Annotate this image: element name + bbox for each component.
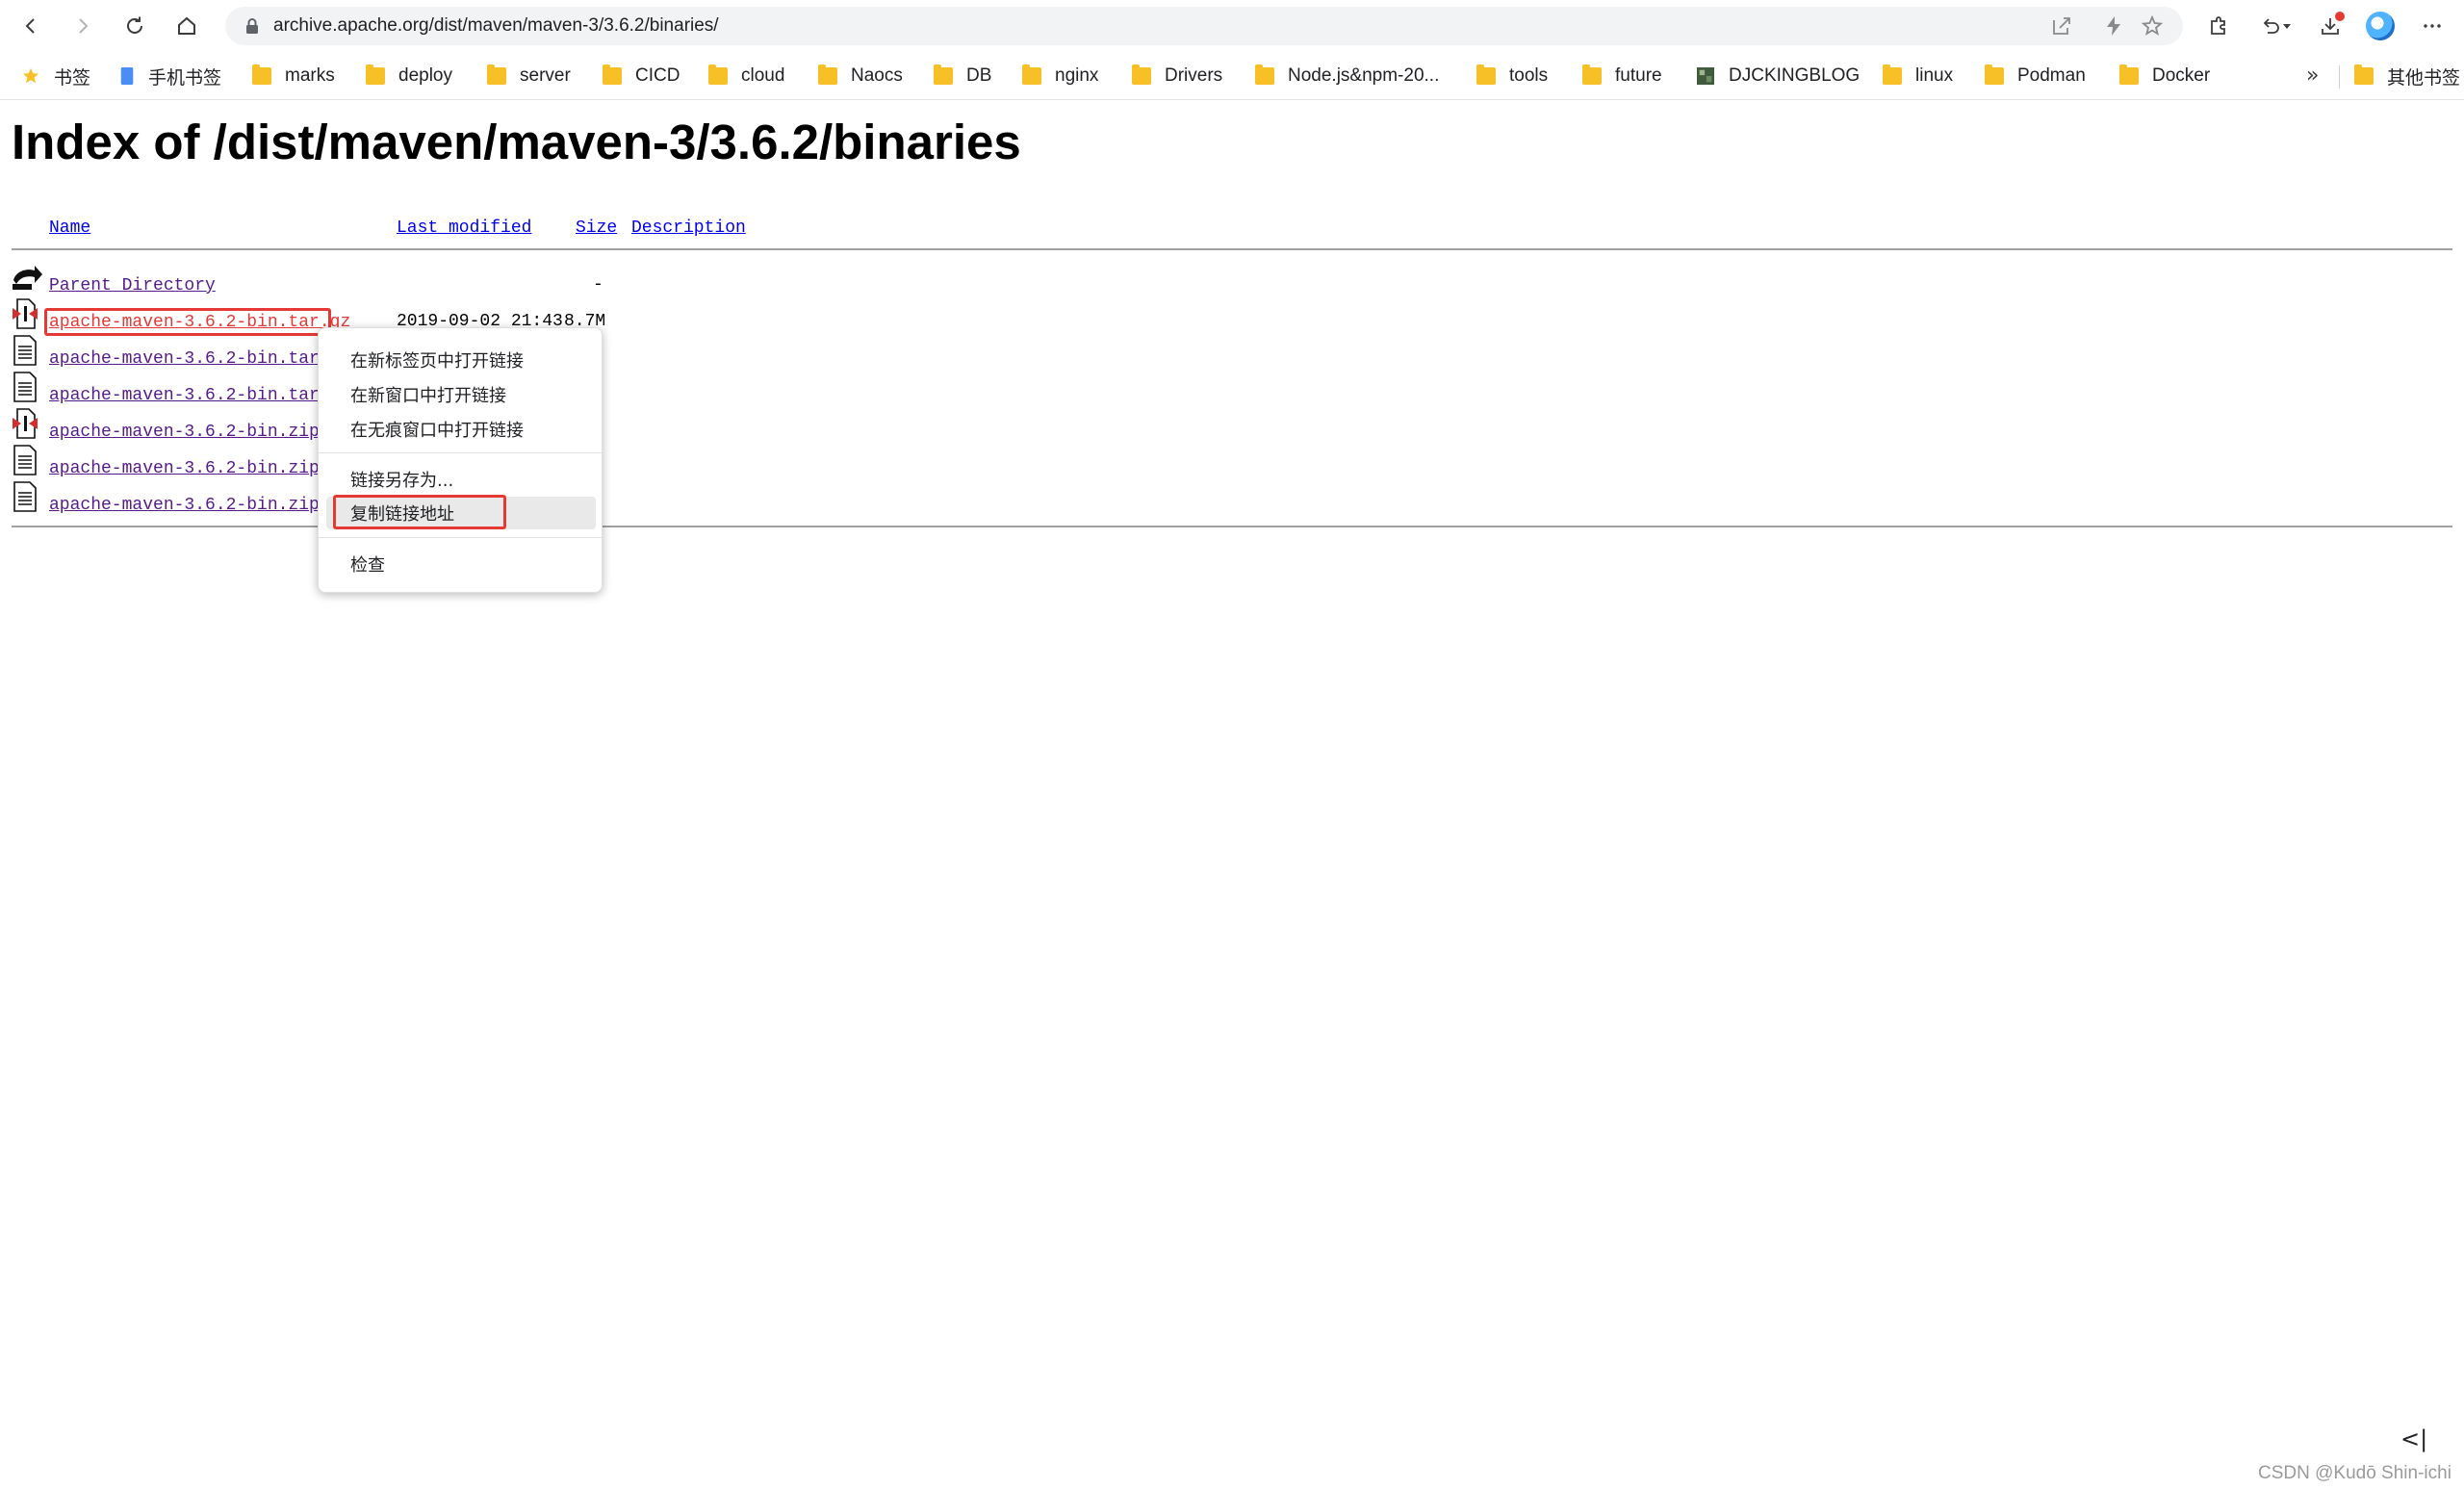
text-file-icon (13, 481, 37, 512)
star-icon (22, 67, 39, 84)
more-horizontal-icon (2424, 24, 2441, 28)
arrow-right-icon (79, 18, 89, 34)
home-button[interactable] (169, 9, 204, 43)
menu-item-open-new-window[interactable]: 在新窗口中打开链接 (319, 378, 603, 411)
bookmark-folder[interactable]: tools (1476, 62, 1548, 90)
folder-icon (1022, 64, 1041, 85)
sidebar-toggle-button[interactable]: <| (2400, 1426, 2427, 1452)
lock-icon (246, 18, 258, 34)
menu-button[interactable] (2418, 12, 2447, 40)
bookmark-folder[interactable]: Node.js&npm-20... (1255, 62, 1439, 90)
address-bar[interactable]: archive.apache.org/dist/maven/maven-3/3.… (225, 7, 2183, 45)
bookmark-item[interactable]: DJCKINGBLOG (1696, 62, 1860, 90)
folder-icon (1255, 64, 1274, 85)
menu-separator (319, 452, 603, 453)
menu-item-open-incognito[interactable]: 在无痕窗口中打开链接 (319, 413, 603, 446)
folder-icon (818, 64, 837, 85)
column-header-description[interactable]: Description (631, 218, 746, 238)
back-arrow-icon (13, 266, 42, 290)
folder-icon (1985, 64, 2004, 85)
back-button[interactable] (13, 9, 48, 43)
bookmark-folder[interactable]: nginx (1022, 62, 1098, 90)
forward-button[interactable] (65, 9, 100, 43)
home-icon (178, 16, 195, 35)
bookmark-item[interactable]: 手机书签 (119, 62, 221, 90)
downloads-button[interactable] (2316, 12, 2345, 40)
compressed-file-icon (13, 298, 38, 329)
file-link[interactable]: apache-maven-3.6.2-bin.zip.as (49, 459, 322, 478)
column-header-name[interactable]: Name (49, 218, 90, 238)
watermark: CSDN @Kudō Shin-ichi (2258, 1463, 2451, 1483)
compressed-file-icon (13, 408, 38, 439)
page-title: Index of /dist/maven/maven-3/3.6.2/binar… (12, 115, 1021, 169)
other-bookmarks-folder[interactable]: 其他书签 (2354, 62, 2460, 90)
menu-item-inspect[interactable]: 检查 (319, 548, 603, 580)
folder-icon (252, 64, 271, 85)
file-link[interactable]: apache-maven-3.6.2-bin.tar.gz (49, 349, 322, 369)
bookmark-folder[interactable]: cloud (708, 62, 784, 90)
context-menu: 在新标签页中打开链接 在新窗口中打开链接 在无痕窗口中打开链接 链接另存为...… (318, 327, 603, 593)
url-text[interactable]: archive.apache.org/dist/maven/maven-3/3.… (273, 15, 719, 37)
highlight-box (333, 495, 506, 529)
text-file-icon (13, 335, 37, 366)
folder-icon (1582, 64, 1602, 85)
reload-icon (127, 16, 142, 34)
site-favicon-icon (1697, 67, 1714, 85)
undo-icon (2263, 18, 2279, 34)
undo-button[interactable] (2256, 12, 2295, 40)
bookmark-folder[interactable]: DB (934, 62, 991, 90)
lightning-icon[interactable] (2102, 14, 2125, 38)
highlight-box (44, 308, 331, 336)
folder-icon (366, 64, 385, 85)
bookmark-item[interactable]: 书签 (21, 62, 90, 90)
star-outline-icon[interactable] (2141, 14, 2164, 38)
folder-icon (708, 64, 728, 85)
more-bookmarks-button[interactable]: » (2306, 64, 2319, 88)
bookmark-folder[interactable]: deploy (366, 62, 452, 90)
bookmark-folder[interactable]: linux (1883, 62, 1953, 90)
bookmark-folder[interactable]: future (1582, 62, 1662, 90)
column-header-last-modified[interactable]: Last modified (397, 218, 531, 238)
folder-icon (1883, 64, 1902, 85)
arrow-left-icon (25, 18, 35, 34)
header-divider (12, 248, 2452, 250)
puzzle-icon (2211, 16, 2225, 35)
folder-icon (934, 64, 953, 85)
bookmark-folder[interactable]: Naocs (818, 62, 903, 90)
browser-toolbar: archive.apache.org/dist/maven/maven-3/3.… (0, 0, 2464, 52)
chevron-down-icon (2283, 24, 2291, 29)
bookmarks-divider (2339, 65, 2340, 89)
parent-directory-link[interactable]: Parent Directory (49, 276, 216, 295)
file-link[interactable]: apache-maven-3.6.2-bin.zip (49, 423, 320, 442)
folder-icon (487, 64, 506, 85)
text-file-icon (13, 372, 37, 402)
folder-icon (1476, 64, 1496, 85)
extensions-button[interactable] (2204, 12, 2233, 40)
profile-avatar[interactable] (2366, 12, 2395, 40)
menu-item-save-link-as[interactable]: 链接另存为... (319, 463, 603, 496)
bookmarks-bar: 书签 手机书签 marks deploy server CICD cloud N… (0, 52, 2464, 100)
bookmark-folder[interactable]: Podman (1985, 62, 2086, 90)
notification-dot (2335, 12, 2345, 21)
share-icon[interactable] (2050, 14, 2073, 38)
phone-bookmark-icon (120, 67, 134, 85)
file-link[interactable]: apache-maven-3.6.2-bin.zip.sh (49, 496, 322, 515)
bookmark-folder[interactable]: marks (252, 62, 335, 90)
folder-icon (2354, 64, 2374, 85)
menu-separator (319, 537, 603, 538)
bookmark-folder[interactable]: Drivers (1132, 62, 1222, 90)
file-link[interactable]: apache-maven-3.6.2-bin.tar.gz (49, 386, 322, 405)
column-header-size[interactable]: Size (576, 218, 617, 238)
bookmark-folder[interactable]: CICD (603, 62, 680, 90)
folder-icon (603, 64, 622, 85)
folder-icon (1132, 64, 1151, 85)
text-file-icon (13, 445, 37, 475)
menu-item-open-new-tab[interactable]: 在新标签页中打开链接 (319, 344, 603, 376)
bookmark-folder[interactable]: server (487, 62, 571, 90)
parent-directory-size: - (593, 275, 603, 295)
bookmark-folder[interactable]: Docker (2119, 62, 2210, 90)
folder-icon (2119, 64, 2139, 85)
reload-button[interactable] (117, 9, 152, 43)
